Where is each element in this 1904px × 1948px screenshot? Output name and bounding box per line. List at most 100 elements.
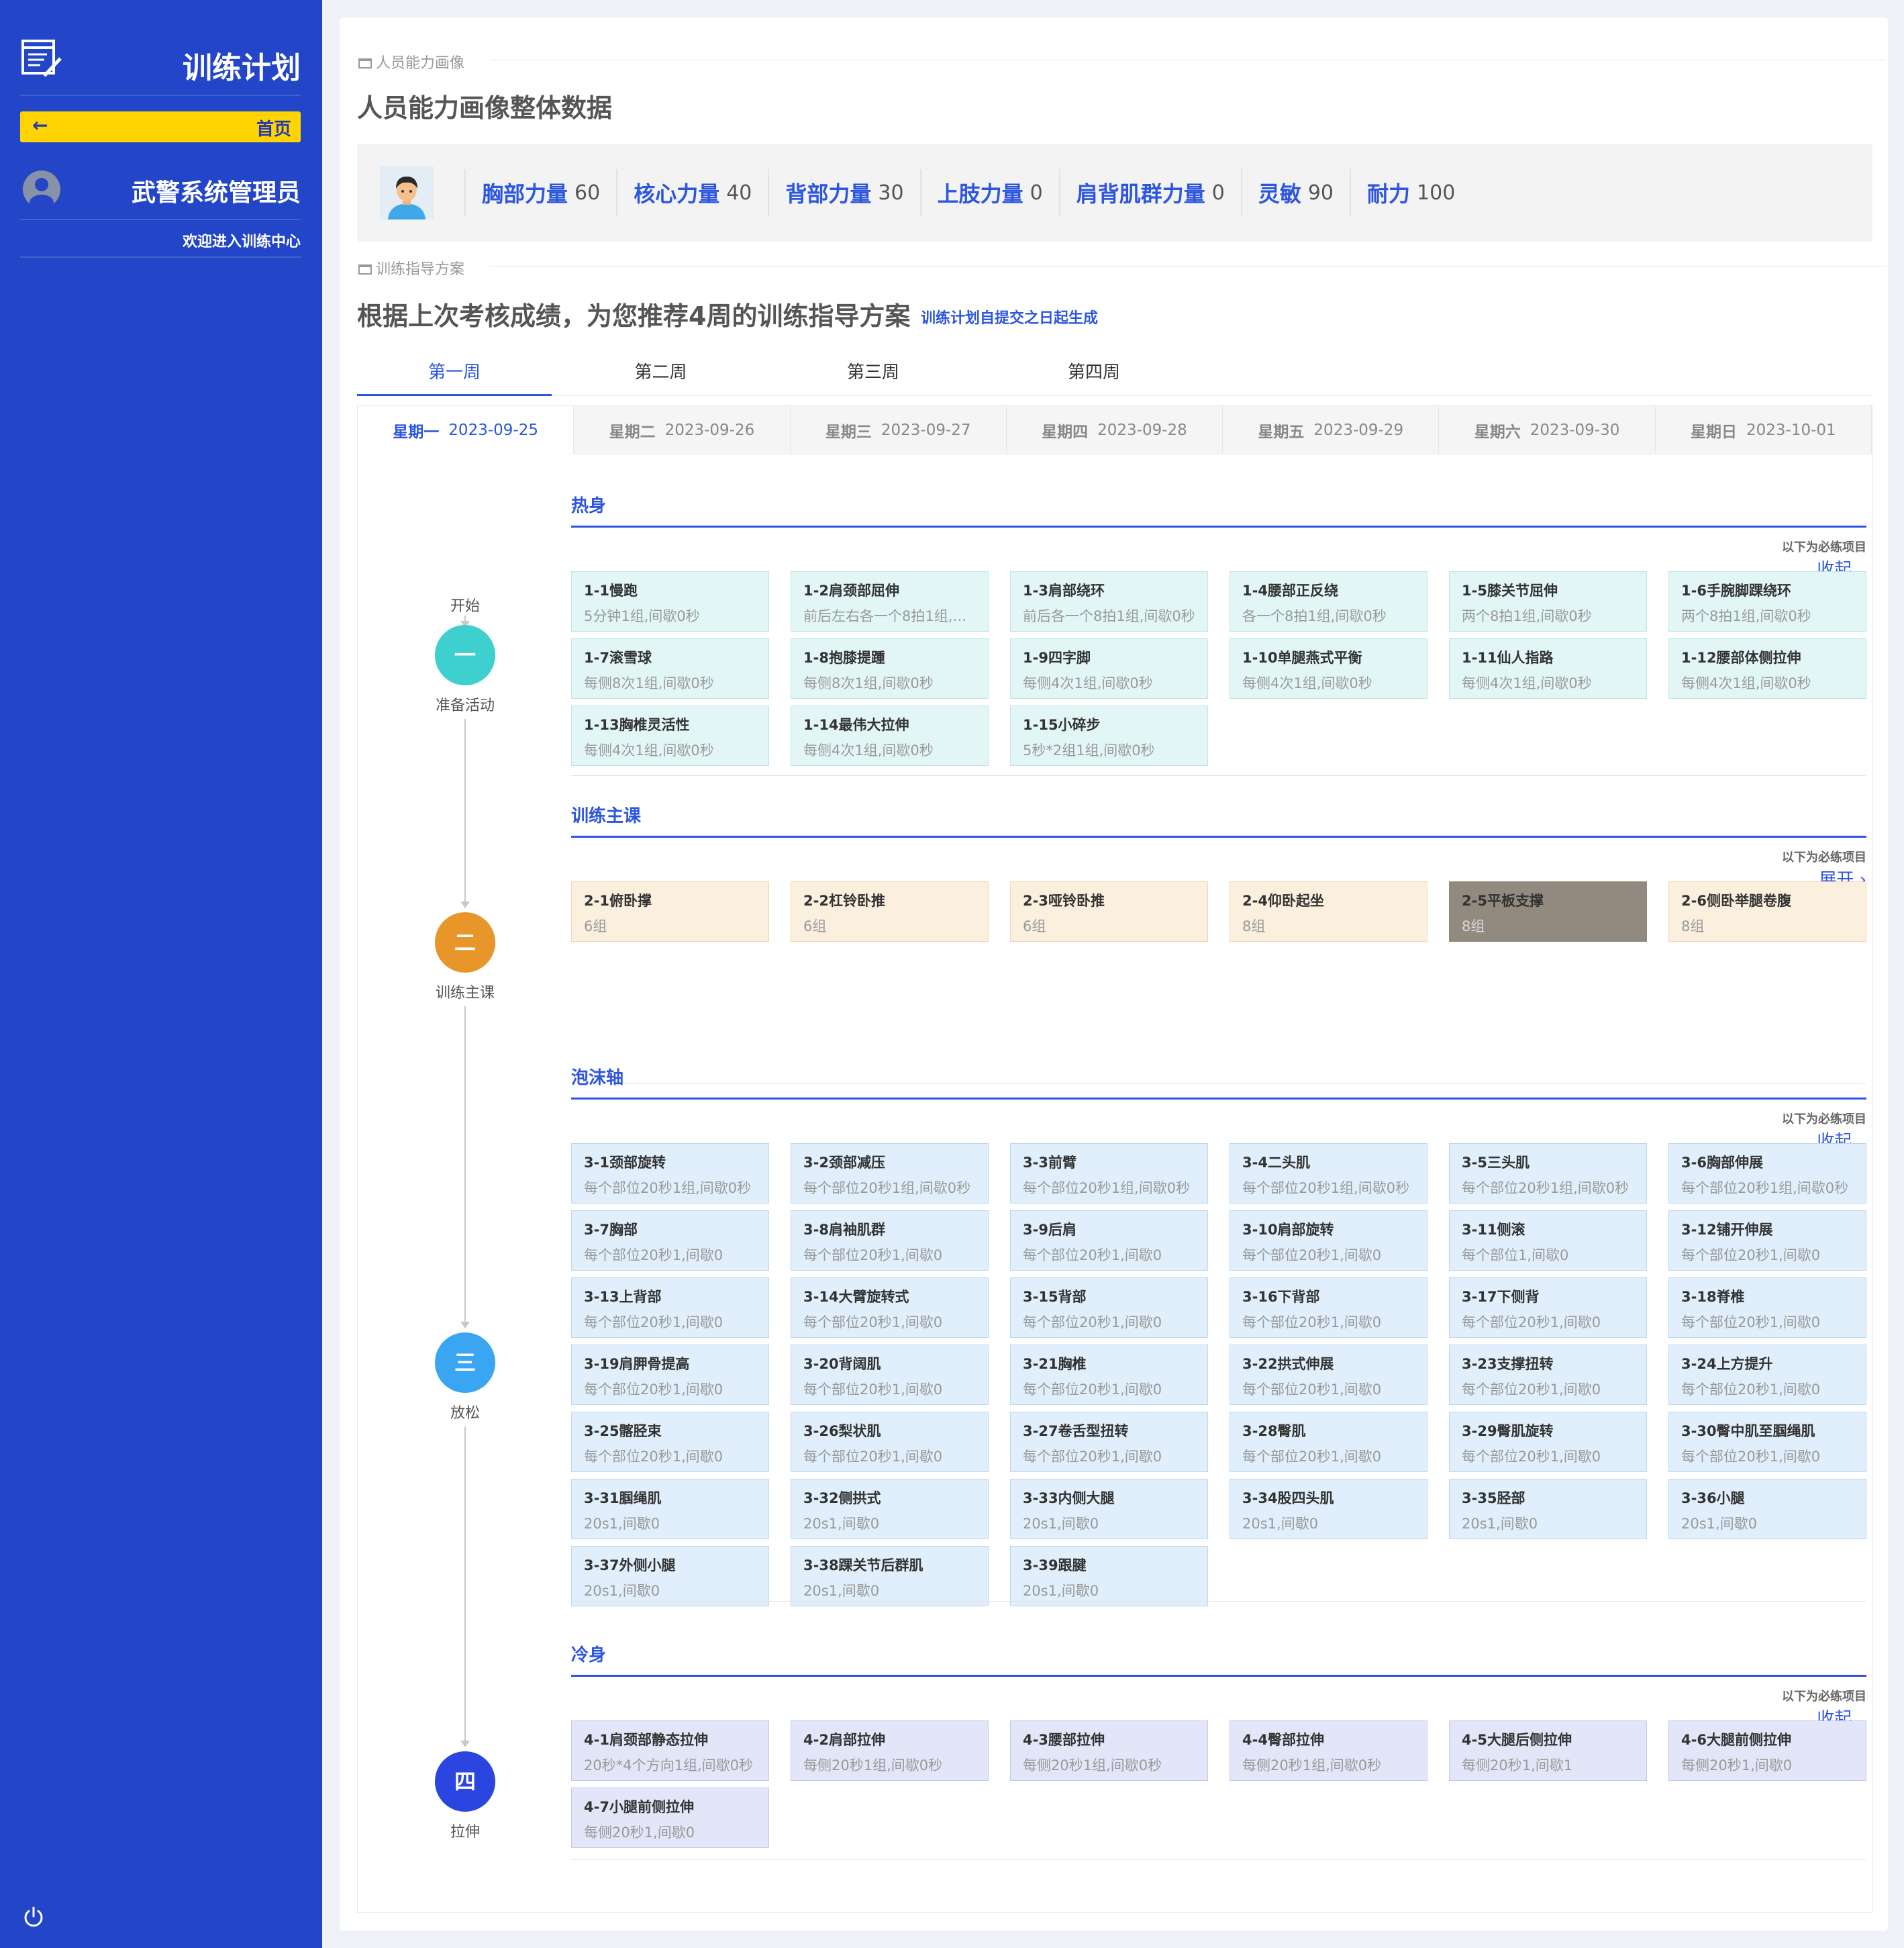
power-icon[interactable] bbox=[21, 1905, 46, 1929]
exercise-card[interactable]: 3-30臀中肌至腘绳肌 每个部位20秒1,间歇0 bbox=[1668, 1412, 1866, 1472]
exercise-name: 3-12铺开伸展 bbox=[1681, 1222, 1773, 1238]
exercise-name: 1-12腰部体侧拉伸 bbox=[1681, 650, 1801, 666]
tab-day[interactable]: 星期六 2023-09-30 bbox=[1439, 406, 1656, 454]
exercise-card[interactable]: 4-2肩部拉伸 每侧20秒1组,间歇0秒 bbox=[791, 1720, 989, 1781]
exercise-card[interactable]: 1-12腰部体侧拉伸 每侧4次1组,间歇0秒 bbox=[1668, 638, 1866, 699]
exercise-card[interactable]: 3-24上方提升 每个部位20秒1,间歇0 bbox=[1668, 1345, 1866, 1405]
exercise-card[interactable]: 4-7小腿前侧拉伸 每侧20秒1,间歇0 bbox=[571, 1788, 769, 1848]
timeline-step-circle: 四 bbox=[435, 1751, 495, 1812]
exercise-card[interactable]: 3-12铺开伸展 每个部位20秒1,间歇0 bbox=[1668, 1210, 1866, 1271]
exercise-card[interactable]: 2-6侧卧举腿卷腹 8组 bbox=[1668, 881, 1866, 942]
home-button[interactable]: ← 首页 bbox=[20, 111, 301, 142]
exercise-card[interactable]: 3-13上背部 每个部位20秒1,间歇0 bbox=[571, 1277, 769, 1338]
tab-day[interactable]: 星期二 2023-09-26 bbox=[574, 406, 791, 454]
timeline-line bbox=[464, 1006, 466, 1323]
exercise-card[interactable]: 1-5膝关节屈伸 两个8拍1组,间歇0秒 bbox=[1449, 571, 1647, 632]
exercise-card[interactable]: 2-5平板支撑 8组 bbox=[1449, 881, 1647, 942]
exercise-card[interactable]: 1-2肩颈部屈伸前后左右各一个8拍1组,间歇0秒 bbox=[791, 571, 989, 632]
exercise-card[interactable]: 3-16下背部 每个部位20秒1,间歇0 bbox=[1230, 1277, 1427, 1338]
exercise-detail: 6组 bbox=[1023, 918, 1046, 934]
exercise-card[interactable]: 1-1慢跑 5分钟1组,间歇0秒 bbox=[571, 571, 769, 632]
exercise-card[interactable]: 3-2颈部减压 每个部位20秒1组,间歇0秒 bbox=[791, 1143, 989, 1204]
exercise-card[interactable]: 2-2杠铃卧推 6组 bbox=[791, 881, 989, 942]
main-panel: 人员能力画像 人员能力画像整体数据 胸部力量 60 核心力量 40 背部力量 30 上肢力量… bbox=[340, 17, 1888, 1931]
exercise-card[interactable]: 3-15背部 每个部位20秒1,间歇0 bbox=[1010, 1277, 1208, 1338]
exercise-card[interactable]: 3-11侧滚 每个部位1,间歇0 bbox=[1449, 1210, 1647, 1271]
exercise-card[interactable]: 2-3哑铃卧推 6组 bbox=[1010, 881, 1208, 942]
day-name: 星期四 bbox=[1042, 423, 1089, 441]
exercise-name: 3-19肩胛骨提高 bbox=[584, 1356, 690, 1372]
exercise-card[interactable]: 3-18脊椎 每个部位20秒1,间歇0 bbox=[1668, 1277, 1866, 1338]
exercise-name: 1-4腰部正反绕 bbox=[1242, 583, 1338, 599]
exercise-card[interactable]: 1-11仙人指路 每侧4次1组,间歇0秒 bbox=[1449, 638, 1647, 699]
exercise-card[interactable]: 3-19肩胛骨提高 每个部位20秒1,间歇0 bbox=[571, 1345, 769, 1405]
tab-week[interactable]: 第三周 bbox=[770, 357, 976, 396]
tab-day[interactable]: 星期五 2023-09-29 bbox=[1223, 406, 1440, 454]
tab-week[interactable]: 第四周 bbox=[976, 357, 1211, 396]
exercise-card[interactable]: 1-7滚雪球 每侧8次1组,间歇0秒 bbox=[571, 638, 769, 699]
exercise-card[interactable]: 3-35胫部 20s1,间歇0 bbox=[1449, 1479, 1647, 1539]
exercise-detail: 前后各一个8拍1组,间歇0秒 bbox=[1023, 608, 1195, 624]
exercise-card[interactable]: 3-32侧拱式 20s1,间歇0 bbox=[791, 1479, 989, 1539]
exercise-card[interactable]: 3-7胸部 每个部位20秒1,间歇0 bbox=[571, 1210, 769, 1271]
tab-week[interactable]: 第二周 bbox=[552, 357, 770, 396]
exercise-name: 4-2肩部拉伸 bbox=[803, 1732, 885, 1748]
exercise-card[interactable]: 3-26梨状肌 每个部位20秒1,间歇0 bbox=[791, 1412, 989, 1472]
day-date: 2023-09-28 bbox=[1097, 421, 1187, 439]
exercise-card[interactable]: 3-31腘绳肌 20s1,间歇0 bbox=[571, 1479, 769, 1539]
exercise-card[interactable]: 3-25髂胫束 每个部位20秒1,间歇0 bbox=[571, 1412, 769, 1472]
category-divider bbox=[571, 775, 1866, 776]
exercise-card[interactable]: 1-6手腕脚踝绕环 两个8拍1组,间歇0秒 bbox=[1668, 571, 1866, 632]
exercise-card[interactable]: 3-8肩袖肌群 每个部位20秒1,间歇0 bbox=[791, 1210, 989, 1271]
tab-day[interactable]: 星期日 2023-10-01 bbox=[1655, 406, 1872, 454]
exercise-card[interactable]: 3-1颈部旋转 每个部位20秒1组,间歇0秒 bbox=[571, 1143, 769, 1204]
exercise-card[interactable]: 3-9后肩 每个部位20秒1,间歇0 bbox=[1010, 1210, 1208, 1271]
exercise-card[interactable]: 3-36小腿 20s1,间歇0 bbox=[1668, 1479, 1866, 1539]
exercise-detail: 前后左右各一个8拍1组,间歇0秒 bbox=[803, 608, 976, 624]
tab-day[interactable]: 星期四 2023-09-28 bbox=[1006, 406, 1223, 454]
exercise-name: 2-1俯卧撑 bbox=[584, 893, 652, 909]
exercise-card[interactable]: 1-9四字脚 每侧4次1组,间歇0秒 bbox=[1010, 638, 1208, 699]
exercise-card[interactable]: 4-1肩颈部静态拉伸 20秒*4个方向1组,间歇0秒 bbox=[571, 1720, 769, 1781]
exercise-card[interactable]: 4-5大腿后侧拉伸 每侧20秒1,间歇1 bbox=[1449, 1720, 1647, 1781]
exercise-card[interactable]: 1-10单腿燕式平衡 每侧4次1组,间歇0秒 bbox=[1230, 638, 1427, 699]
exercise-card[interactable]: 3-20背阔肌 每个部位20秒1,间歇0 bbox=[791, 1345, 989, 1405]
exercise-card[interactable]: 3-22拱式伸展 每个部位20秒1,间歇0 bbox=[1230, 1345, 1427, 1405]
exercise-card[interactable]: 3-3前臂 每个部位20秒1组,间歇0秒 bbox=[1010, 1143, 1208, 1204]
tab-day[interactable]: 星期三 2023-09-27 bbox=[790, 406, 1007, 454]
exercise-name: 3-22拱式伸展 bbox=[1242, 1356, 1334, 1372]
exercise-card[interactable]: 1-14最伟大拉伸 每侧4次1组,间歇0秒 bbox=[791, 705, 989, 766]
exercise-card[interactable]: 3-14大臂旋转式 每个部位20秒1,间歇0 bbox=[791, 1277, 989, 1338]
exercise-card[interactable]: 3-5三头肌 每个部位20秒1组,间歇0秒 bbox=[1449, 1143, 1647, 1204]
exercise-card[interactable]: 2-4仰卧起坐 8组 bbox=[1230, 881, 1427, 942]
exercise-card[interactable]: 2-1俯卧撑 6组 bbox=[571, 881, 769, 942]
exercise-card[interactable]: 3-10肩部旋转 每个部位20秒1,间歇0 bbox=[1230, 1210, 1427, 1271]
exercise-card[interactable]: 3-33内侧大腿 20s1,间歇0 bbox=[1010, 1479, 1208, 1539]
exercise-card[interactable]: 4-4臀部拉伸 每侧20秒1组,间歇0秒 bbox=[1230, 1720, 1427, 1781]
exercise-card[interactable]: 3-38踝关节后群肌 20s1,间歇0 bbox=[791, 1546, 989, 1606]
exercise-name: 3-21胸椎 bbox=[1023, 1356, 1087, 1372]
exercise-card[interactable]: 3-34股四头肌 20s1,间歇0 bbox=[1230, 1479, 1427, 1539]
exercise-name: 3-29臀肌旋转 bbox=[1462, 1423, 1554, 1439]
tab-week[interactable]: 第一周 bbox=[357, 357, 552, 396]
exercise-card[interactable]: 3-39跟腱 20s1,间歇0 bbox=[1010, 1546, 1208, 1606]
exercise-card[interactable]: 3-4二头肌 每个部位20秒1组,间歇0秒 bbox=[1230, 1143, 1427, 1204]
exercise-card[interactable]: 1-3肩部绕环 前后各一个8拍1组,间歇0秒 bbox=[1010, 571, 1208, 632]
exercise-detail: 每个部位20秒1,间歇0 bbox=[584, 1247, 723, 1263]
exercise-card[interactable]: 4-3腰部拉伸 每侧20秒1组,间歇0秒 bbox=[1010, 1720, 1208, 1781]
exercise-card[interactable]: 3-28臀肌 每个部位20秒1,间歇0 bbox=[1230, 1412, 1427, 1472]
exercise-card[interactable]: 1-4腰部正反绕 各一个8拍1组,间歇0秒 bbox=[1230, 571, 1427, 632]
plan-subtitle: 训练计划自提交之日起生成 bbox=[921, 310, 1099, 327]
exercise-card[interactable]: 3-6胸部伸展 每个部位20秒1组,间歇0秒 bbox=[1668, 1143, 1866, 1204]
exercise-card[interactable]: 1-8抱膝提踵 每侧8次1组,间歇0秒 bbox=[791, 638, 989, 699]
exercise-card[interactable]: 3-29臀肌旋转 每个部位20秒1,间歇0 bbox=[1449, 1412, 1647, 1472]
exercise-card[interactable]: 3-27卷舌型扭转 每个部位20秒1,间歇0 bbox=[1010, 1412, 1208, 1472]
exercise-card[interactable]: 3-23支撑扭转 每个部位20秒1,间歇0 bbox=[1449, 1345, 1647, 1405]
document-edit-icon bbox=[21, 40, 62, 77]
exercise-card[interactable]: 3-17下侧背 每个部位20秒1,间歇0 bbox=[1449, 1277, 1647, 1338]
exercise-card[interactable]: 1-15小碎步 5秒*2组1组,间歇0秒 bbox=[1010, 705, 1208, 766]
exercise-card[interactable]: 3-37外侧小腿 20s1,间歇0 bbox=[571, 1546, 769, 1606]
exercise-card[interactable]: 4-6大腿前侧拉伸 每侧20秒1,间歇0 bbox=[1668, 1720, 1866, 1781]
exercise-card[interactable]: 1-13胸椎灵活性 每侧4次1组,间歇0秒 bbox=[571, 705, 769, 766]
exercise-card[interactable]: 3-21胸椎 每个部位20秒1,间歇0 bbox=[1010, 1345, 1208, 1405]
